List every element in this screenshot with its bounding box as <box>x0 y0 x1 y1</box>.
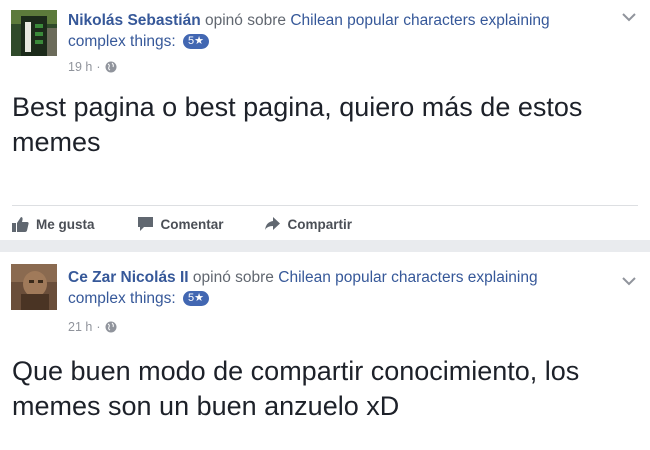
comment-button[interactable]: Comentar <box>137 216 224 232</box>
divider <box>12 205 638 206</box>
avatar[interactable] <box>11 264 57 310</box>
globe-icon <box>105 61 117 73</box>
rating-badge: 5★ <box>183 291 209 306</box>
post-card: Ce Zar Nicolás II opinó sobre Chilean po… <box>0 252 650 450</box>
globe-icon <box>105 321 117 333</box>
share-button[interactable]: Compartir <box>264 216 353 232</box>
post-text: Que buen modo de compartir conocimiento,… <box>12 356 580 421</box>
post-card: Nikolás Sebastián opinó sobre Chilean po… <box>0 0 650 240</box>
post-meta: 21 h · <box>68 320 117 334</box>
post-text: Best pagina o best pagina, quiero más de… <box>12 92 583 157</box>
timestamp[interactable]: 19 h <box>68 60 92 74</box>
like-label: Me gusta <box>36 216 95 232</box>
thumbs-up-icon <box>12 217 29 232</box>
post-header: Ce Zar Nicolás II opinó sobre Chilean po… <box>68 267 608 309</box>
author-name[interactable]: Ce Zar Nicolás II <box>68 269 189 286</box>
comment-label: Comentar <box>160 216 224 232</box>
share-icon <box>264 217 280 230</box>
page-link[interactable]: Chilean popular characters explaining <box>278 269 537 286</box>
meta-separator: · <box>96 60 101 74</box>
timestamp[interactable]: 21 h <box>68 320 92 334</box>
chevron-down-icon[interactable] <box>622 12 636 22</box>
comment-icon <box>137 217 153 231</box>
action-bar: Me gusta Comentar Compartir <box>12 214 352 234</box>
page-link[interactable]: Chilean popular characters explaining <box>290 12 549 29</box>
post-verb: opinó sobre <box>192 269 274 286</box>
meta-separator: · <box>96 320 101 334</box>
avatar[interactable] <box>11 10 57 56</box>
chevron-down-icon[interactable] <box>622 276 636 286</box>
rating-badge: 5★ <box>183 34 209 49</box>
page-link-cont[interactable]: complex things: <box>68 33 176 50</box>
post-header: Nikolás Sebastián opinó sobre Chilean po… <box>68 10 608 52</box>
post-meta: 19 h · <box>68 60 117 74</box>
page-link-cont[interactable]: complex things: <box>68 290 176 307</box>
author-name[interactable]: Nikolás Sebastián <box>68 12 201 29</box>
post-verb: opinó sobre <box>204 12 286 29</box>
like-button[interactable]: Me gusta <box>12 216 95 232</box>
share-label: Compartir <box>287 216 353 232</box>
